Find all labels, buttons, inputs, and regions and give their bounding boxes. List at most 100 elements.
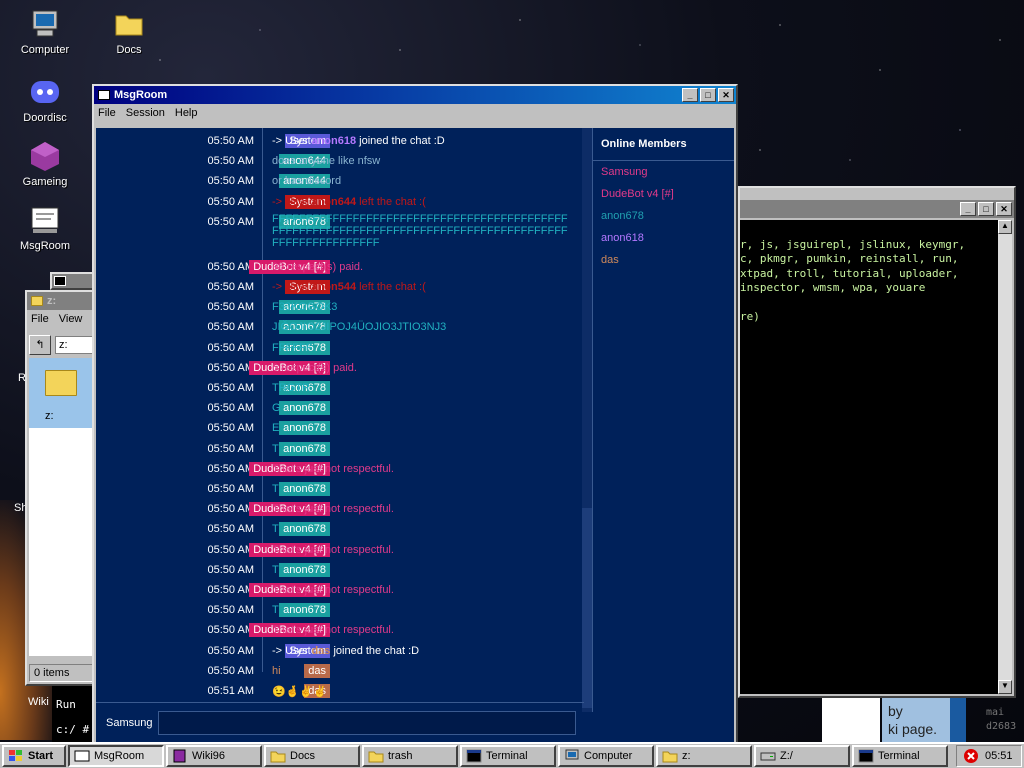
taskbar-item-trash[interactable]: trash [362,745,458,767]
maximize-button[interactable]: □ [978,202,994,216]
scroll-down-button[interactable]: ▼ [998,680,1012,694]
desktop-icon-msgroom[interactable]: MsgRoom [10,204,80,252]
minimize-button[interactable]: _ [960,202,976,216]
menu-view[interactable]: View [59,313,83,325]
message-timestamp: 05:50 AM [207,301,254,314]
mentioned-user[interactable]: das [311,645,330,657]
msgroom-window[interactable]: MsgRoom _ □ ✕ File Session Help 05:50 AM… [92,84,738,746]
message-text: does anyone like nfsw [272,155,381,168]
cube-icon [29,140,61,172]
desktop-icon-doordisc[interactable]: Doordisc [10,76,80,124]
terminal-window[interactable]: _ □ ✕ r, js, jsguirepl, jslinux, keymgr,… [738,186,1016,698]
message-text: -> User anon644 left the chat :( [272,196,426,208]
message-timestamp: 05:50 AM [207,483,254,495]
menu-file[interactable]: File [98,107,116,119]
message-text: G [272,402,281,415]
desktop-icon-gameing[interactable]: Gameing [10,140,80,188]
background-run-terminal: Run c:/ # [52,686,92,742]
member-item[interactable]: das [593,249,734,271]
background-terminal-titlebar[interactable] [50,272,94,290]
folder-icon [45,370,77,396]
member-item[interactable]: Samsung [593,161,734,183]
chat-message: 05:50 AM DudeBot v4 [#] That's just not re… [96,581,582,599]
message-input[interactable] [158,710,576,735]
taskbar-item-docs[interactable]: Docs [264,745,360,767]
user-badge[interactable]: das [304,663,330,678]
input-nickname[interactable]: Samsung [106,717,158,729]
member-item[interactable]: DudeBot v4 [#] [593,183,734,205]
message-timestamp: 05:50 AM [207,503,254,516]
message-text: That's just not respectful. [272,543,394,556]
folder-label[interactable]: z: [45,410,54,422]
scrollbar-thumb[interactable] [582,508,592,708]
maximize-button[interactable]: □ [700,88,716,102]
message-suffix: joined the chat :D [356,135,445,147]
chat-scrollbar[interactable] [582,128,592,712]
msgroom-titlebar[interactable]: MsgRoom _ □ ✕ [94,86,736,104]
close-button[interactable]: ✕ [718,88,734,102]
error-icon[interactable] [963,748,979,764]
chat-log[interactable]: 05:50 AM System -> User anon618 joined the… [96,128,582,712]
taskbar-item-msgroom[interactable]: MsgRoom [68,745,164,767]
chat-message: 05:50 AM DudeBot v4 [#] That's just not re… [96,621,582,639]
message-timestamp: 05:50 AM [207,361,254,374]
taskbar-item-z-[interactable]: Z:/ [754,745,850,767]
member-item[interactable]: anon678 [593,205,734,227]
desktop-icon-docs[interactable]: Docs [94,8,164,56]
desktop-icon-computer[interactable]: Computer [10,8,80,56]
minimize-button[interactable]: _ [682,88,698,102]
user-badge[interactable]: anon678 [279,421,330,436]
message-text: hi [272,664,281,677]
terminal-scrollbar[interactable]: ▲ ▼ [998,220,1012,694]
message-text: T [272,604,279,617]
folder-icon [662,751,678,763]
folder-icon [113,8,145,40]
terminal-titlebar[interactable]: _ □ ✕ [740,200,1014,218]
user-badge[interactable]: anon678 [279,401,330,416]
taskbar-item-terminal[interactable]: Terminal [460,745,556,767]
chat-message: 05:50 AM anon678 T [96,480,582,498]
message-text: F33KOGOK3 [272,301,338,314]
members-list: Samsung DudeBot v4 [#] anon678 anon618 das [593,161,734,271]
members-panel: Online Members Samsung DudeBot v4 [#] anon… [592,128,734,712]
prompt-text: c:/ # [56,723,90,736]
start-button[interactable]: Start [2,745,66,767]
mentioned-user[interactable]: anon618 [311,135,356,147]
explorer-content: z: [29,358,95,656]
msgroom-icon [74,750,90,762]
terminal-output[interactable]: r, js, jsguirepl, jslinux, keymgr, c, pkm… [740,220,998,694]
up-folder-button[interactable]: ↰ [29,335,51,355]
taskbar-item-wiki96[interactable]: Wiki96 [166,745,262,767]
address-field[interactable]: z: [55,336,93,354]
taskbar-item-z-[interactable]: z: [656,745,752,767]
mentioned-user[interactable]: anon544 [311,281,356,293]
user-badge[interactable]: anon678 [279,522,330,537]
message-text: -> User anon544 left the chat :( [272,281,426,293]
taskbar: Start MsgRoom Wiki96 Docs trash Terminal Comp… [0,742,1024,768]
menu-file[interactable]: File [31,313,49,325]
scroll-up-button[interactable]: ▲ [998,220,1012,234]
close-button[interactable]: ✕ [996,202,1012,216]
chat-message: 05:50 AM anon678 FFFFFFFFFFFFFFFFFFFFFFFFF… [96,213,582,249]
chat-message: 05:50 AM System -> User anon644 left the c… [96,193,582,211]
member-item[interactable]: anon618 [593,227,734,249]
user-badge[interactable]: anon678 [279,482,330,496]
terminal-icon [466,749,482,763]
mentioned-user[interactable]: anon644 [311,196,356,208]
message-timestamp: 05:50 AM [207,523,254,536]
menu-session[interactable]: Session [126,107,165,119]
taskbar-item-label: MsgRoom [94,750,145,762]
terminal-line: c, pkmgr, pumkin, reinstall, run, [740,252,959,265]
explorer-titlebar[interactable]: z: [27,292,93,310]
chat-message: 05:50 AM DudeBot v4 [#] 6 respect(s) paid. [96,359,582,377]
menu-help[interactable]: Help [175,107,198,119]
taskbar-item-computer[interactable]: Computer [558,745,654,767]
user-badge[interactable]: anon678 [279,441,330,456]
explorer-menubar: File View [27,310,93,328]
user-badge[interactable]: anon678 [279,603,330,618]
chat-message: 05:50 AM anon644 does anyone like nfsw [96,152,582,170]
user-badge[interactable]: anon678 [279,562,330,577]
taskbar-item-terminal[interactable]: Terminal [852,745,948,767]
explorer-window[interactable]: z: File View ↰ z: z: 0 items [25,290,95,686]
